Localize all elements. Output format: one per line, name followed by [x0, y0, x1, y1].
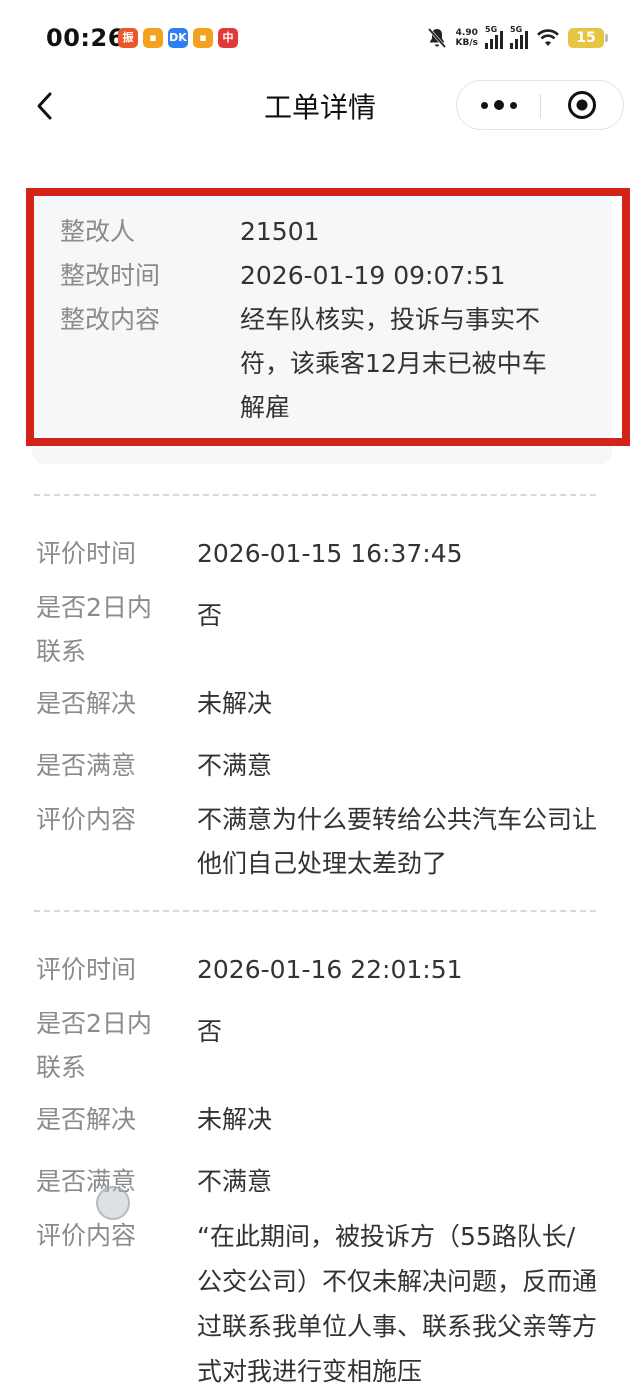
field-label: 是否解决 [36, 689, 137, 718]
field-label: 评价时间 [36, 955, 137, 984]
net-speed: 4.90 KB/s [456, 28, 478, 48]
net-speed-value: 4.90 [455, 28, 478, 38]
field-value: 否 [197, 1017, 223, 1046]
signal-icon: 5G [510, 25, 528, 49]
app-notification-icon: DK [168, 28, 188, 48]
app-notification-icon: 振 [118, 28, 138, 48]
signal-icon: 5G [485, 25, 503, 49]
dot-icon [480, 101, 488, 109]
bell-muted-icon [427, 28, 446, 48]
app-notification-icon: ▪ [143, 28, 163, 48]
field-label: 评价时间 [36, 539, 137, 568]
notification-icons: 振 ▪ DK ▪ 中 [118, 28, 238, 48]
touch-indicator [96, 1186, 130, 1220]
close-miniprogram-icon[interactable] [567, 90, 597, 120]
field-value: 不满意为什么要转给公共汽车公司让他们自己处理太差劲了 [197, 805, 598, 878]
field-label: 评价内容 [36, 805, 137, 834]
field-value: 2026-01-16 22:01:51 [197, 955, 463, 984]
dashed-divider [34, 494, 596, 496]
field-value: 不满意 [197, 751, 273, 780]
field-label: 是否解决 [36, 1105, 137, 1134]
more-options-button[interactable] [457, 81, 540, 129]
net-speed-unit: KB/s [455, 38, 478, 48]
dot-icon [493, 100, 504, 110]
battery-icon: 15 [568, 28, 608, 48]
status-time: 00:26 [46, 24, 125, 52]
field-value: 否 [197, 601, 223, 630]
dashed-divider [34, 910, 596, 912]
dot-icon [509, 101, 517, 109]
mini-program-capsule [456, 80, 624, 130]
highlight-box [26, 188, 630, 446]
nav-bar: 工单详情 [0, 80, 640, 130]
field-value: 不满意 [197, 1167, 273, 1196]
field-label: 是否满意 [36, 751, 137, 780]
status-right: 4.90 KB/s 5G 5G 15 [425, 25, 608, 50]
field-label: 是否2日内联系 [36, 1009, 152, 1082]
app-notification-icon: 中 [218, 28, 238, 48]
status-bar: 00:26 振 ▪ DK ▪ 中 4.90 KB/s 5G 5G 15 [0, 0, 640, 80]
field-value: 未解决 [197, 689, 273, 718]
field-label: 评价内容 [36, 1221, 137, 1250]
signal-label: 5G [510, 25, 523, 34]
signal-label: 5G [485, 25, 498, 34]
field-label: 是否2日内联系 [36, 593, 152, 666]
back-arrow-icon[interactable] [30, 84, 70, 128]
field-value: “在此期间，被投诉方（55路队长/公交公司）不仅未解决问题，反而通过联系我单位人… [197, 1222, 598, 1386]
wifi-icon [537, 29, 559, 46]
field-value: 2026-01-15 16:37:45 [197, 539, 463, 568]
capsule-divider [540, 94, 541, 118]
app-notification-icon: ▪ [193, 28, 213, 48]
field-value: 未解决 [197, 1105, 273, 1134]
